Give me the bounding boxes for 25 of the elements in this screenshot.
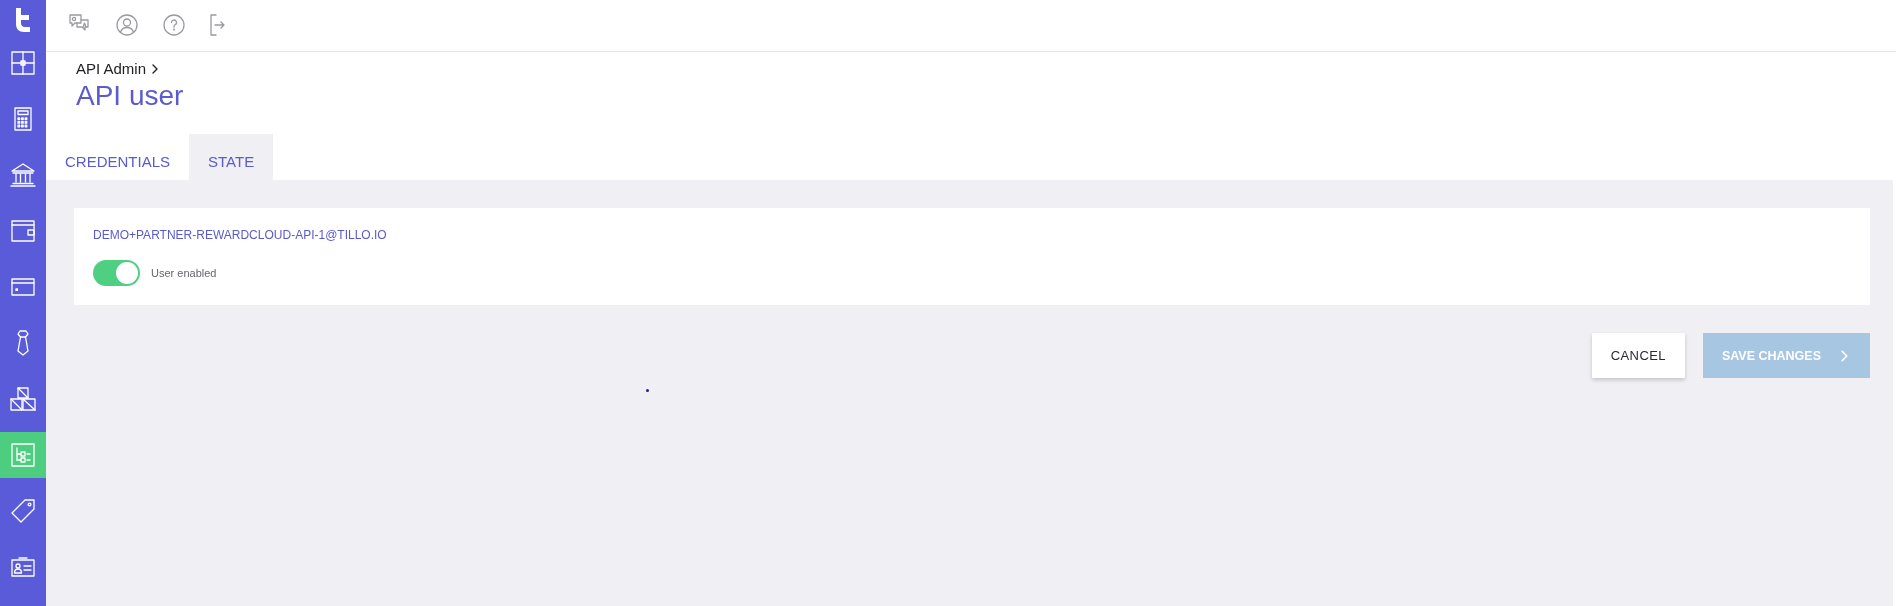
dot-icon	[646, 389, 649, 392]
tab[interactable]: STATE	[189, 134, 274, 180]
toggle-label: User enabled	[151, 267, 217, 279]
card-icon	[11, 278, 35, 296]
chevron-right-icon	[1841, 349, 1848, 362]
wallet-icon	[11, 220, 35, 242]
hierarchy-icon	[11, 443, 35, 467]
toggle-switch[interactable]	[93, 260, 140, 286]
page-title: API user	[76, 80, 184, 112]
help-icon[interactable]	[163, 14, 185, 36]
id-card-icon	[11, 557, 35, 577]
tab[interactable]: CREDENTIALS	[46, 134, 190, 180]
grid-icon	[11, 51, 35, 75]
breadcrumb-link[interactable]: API Admin	[76, 60, 147, 78]
card-heading: DEMO+PARTNER-REWARDCLOUD-API-1@TILLO.IO	[93, 227, 387, 243]
boxes-icon	[10, 387, 36, 411]
tie-icon	[16, 330, 30, 356]
calculator-icon	[14, 107, 32, 131]
tag-icon	[11, 499, 35, 523]
logo-icon	[14, 8, 32, 32]
cancel-button[interactable]: CANCEL	[1591, 333, 1685, 378]
logout-icon[interactable]	[210, 14, 225, 36]
user-icon[interactable]	[116, 14, 138, 36]
bank-icon	[10, 163, 36, 187]
chevron-right-icon	[152, 64, 159, 74]
